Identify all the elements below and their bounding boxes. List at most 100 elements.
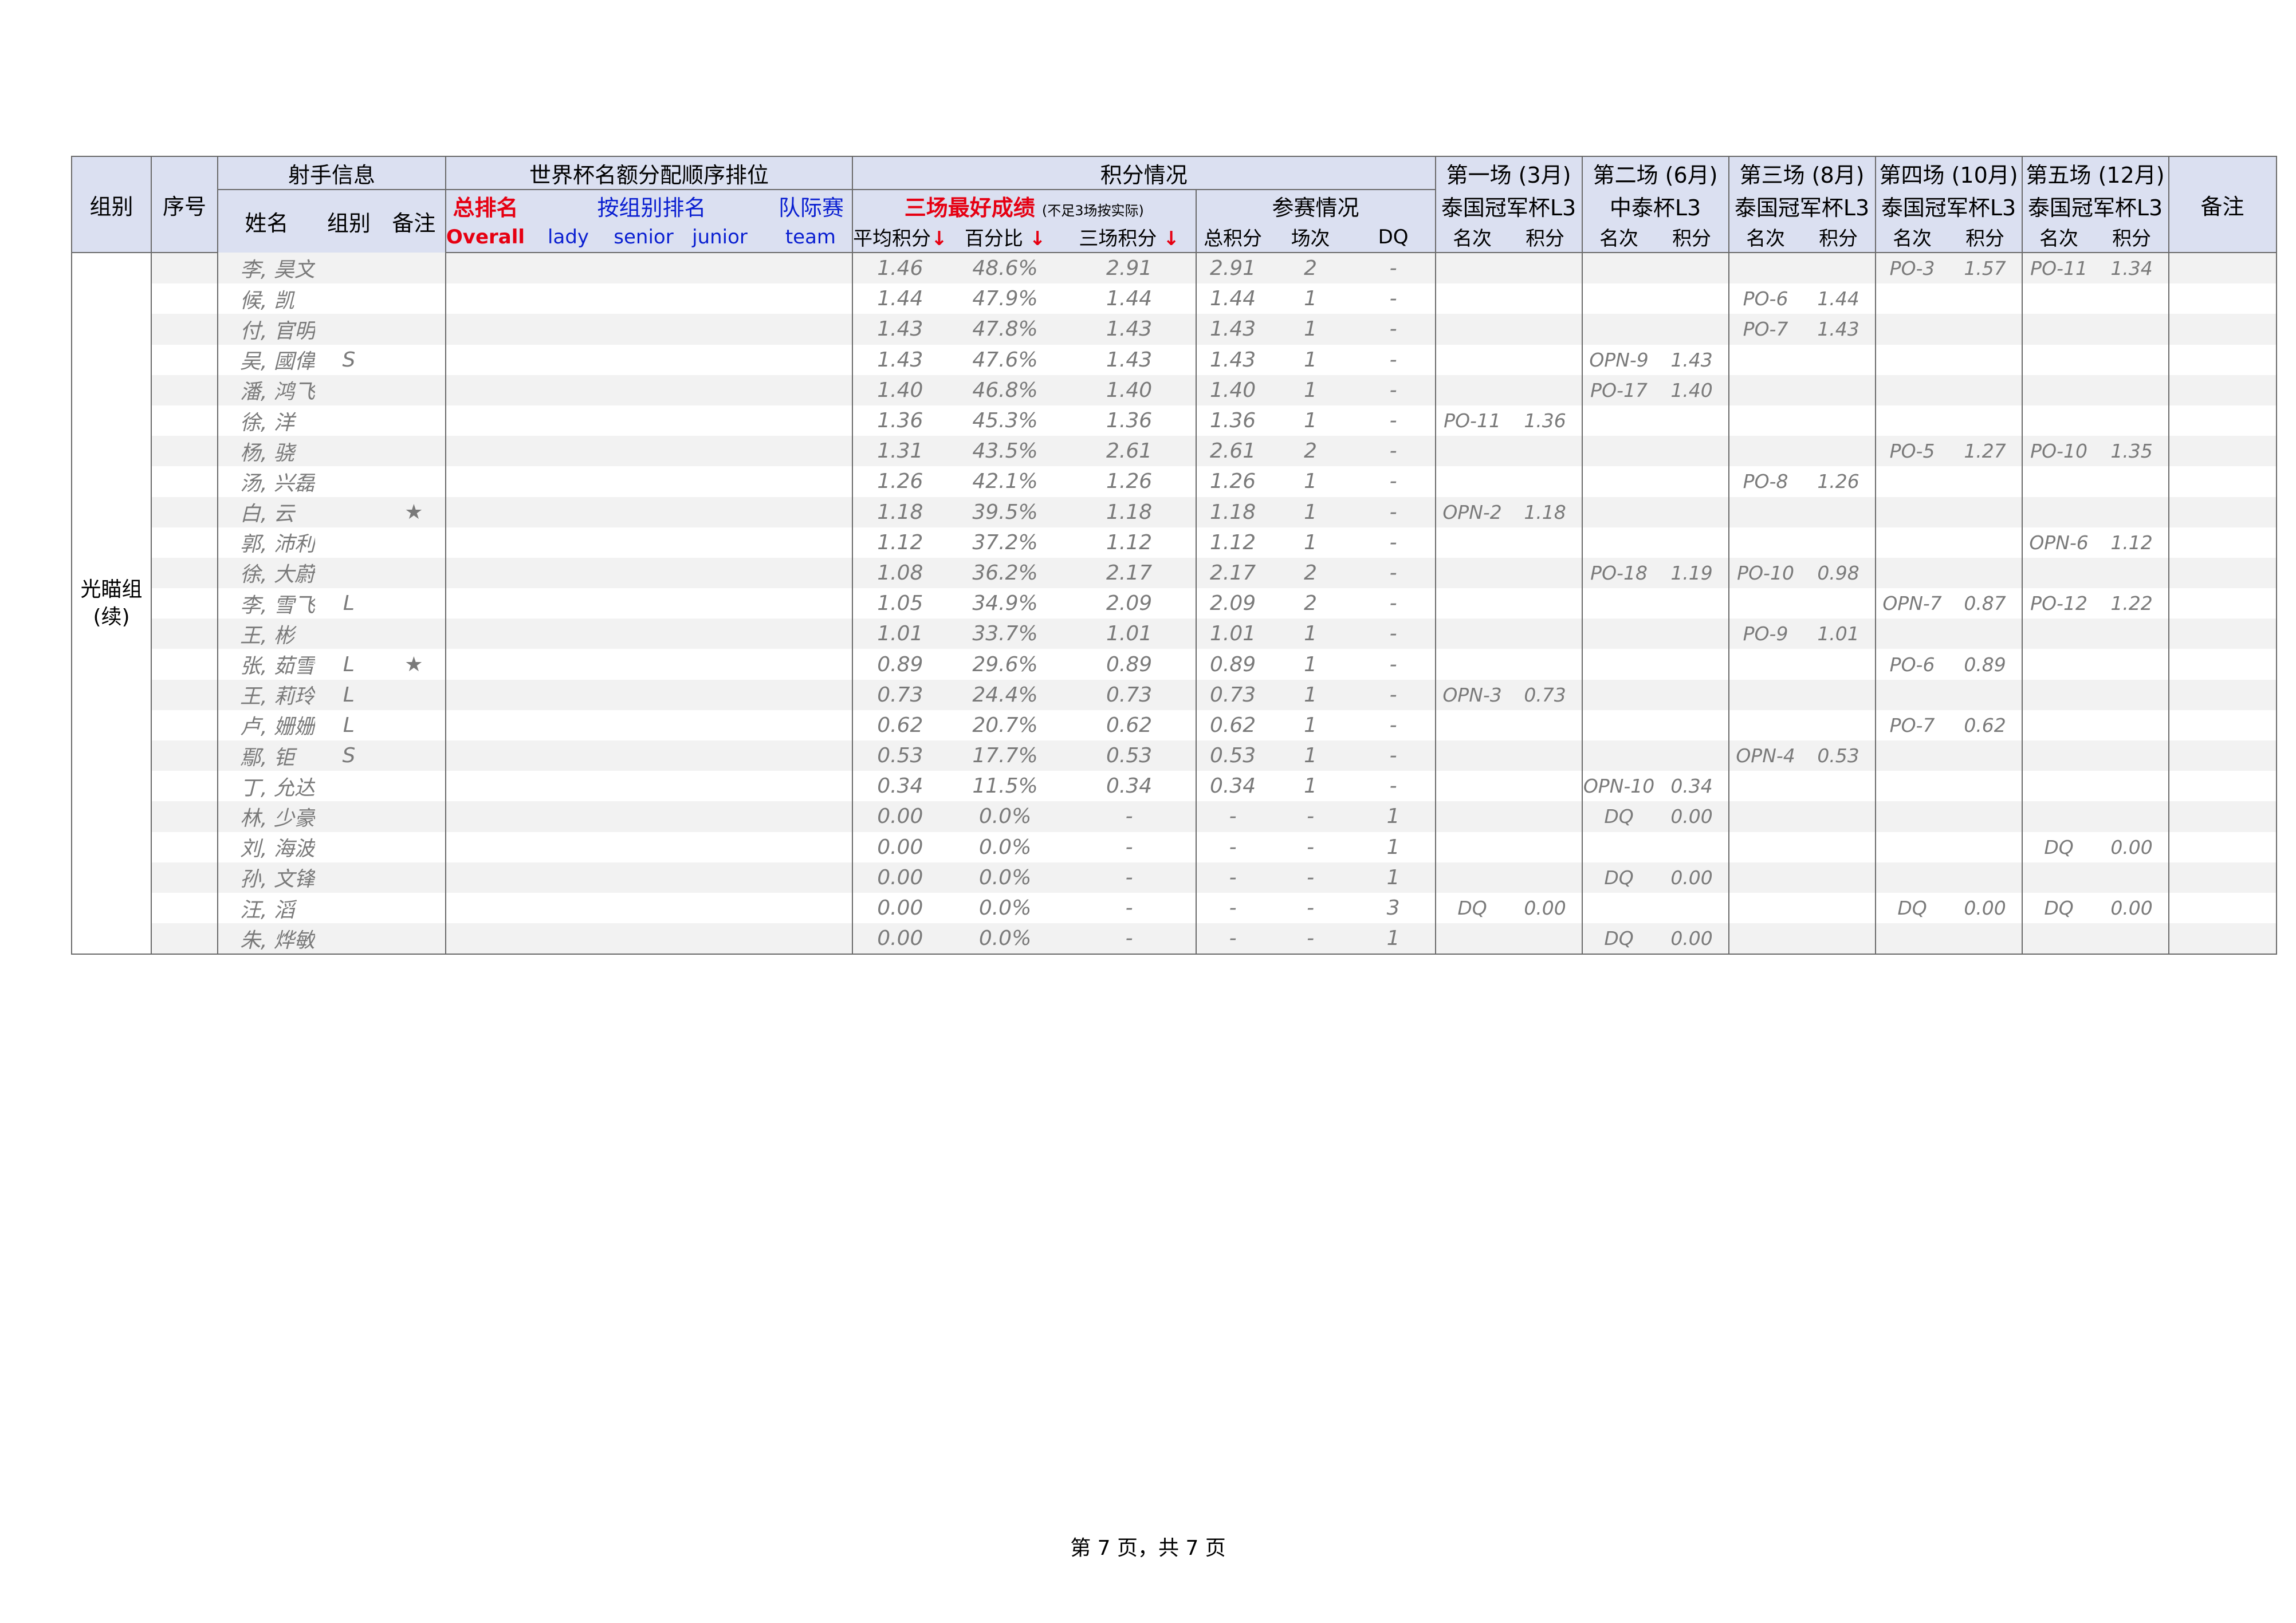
group-rank (525, 283, 652, 314)
shooter-note: ★ (382, 497, 446, 527)
best3-points: 1.40 (1063, 375, 1196, 405)
event-1-score (1508, 923, 1582, 955)
group-rank-senior (652, 375, 716, 405)
row-remark (2168, 466, 2277, 497)
group-rank (525, 405, 652, 436)
event-1-score (1508, 314, 1582, 345)
shooter-name: 刘, 海波 (217, 832, 315, 862)
header-senior: senior (614, 225, 674, 249)
row-index (151, 527, 218, 558)
event-3-rank: OPN-4 (1728, 740, 1802, 771)
event-1-score (1508, 862, 1582, 893)
event-1-rank (1434, 771, 1509, 802)
event-4-rank (1874, 527, 1949, 558)
event-5-rank: PO-12 (2021, 588, 2096, 619)
event-1-score: 0.00 (1524, 897, 1566, 920)
event-5-score (2096, 466, 2169, 497)
ranking-body: 光瞄组 (续) 李, 昊文 1.46 48.6% 2.91 2.91 2- PO-3 1.57 P… (72, 253, 2277, 955)
team-rank (779, 314, 853, 345)
shooter-group (314, 862, 383, 893)
event-1-score (1508, 253, 1582, 284)
header-group-col: 组别 (314, 190, 383, 253)
event-4-score: 积分 (1948, 222, 2022, 253)
table-row: 丁, 允达 0.34 11.5% 0.34 0.34 1 - OPN-10 0.34 (72, 771, 2277, 802)
group-rank (525, 557, 653, 589)
event-2-rank (1581, 649, 1656, 680)
group-rank-senior (652, 497, 716, 527)
table-row: 张, 茹雪 L ★ 0.89 29.6% 0.89 0.89 1 - PO-6 0.89 (72, 649, 2277, 680)
event-2-score (1656, 588, 1729, 619)
event-4-score (1949, 832, 2022, 862)
shooter-note (383, 771, 446, 801)
total-points: 1.26 (1195, 466, 1269, 497)
group-rank-senior (652, 832, 715, 862)
shooter-group (314, 314, 383, 345)
event-2-score (1655, 619, 1729, 649)
group-rank (525, 649, 652, 679)
event-5-score: 1.22 (2110, 592, 2153, 615)
event-3-rank (1728, 344, 1802, 375)
event-2-rank: DQ (1581, 923, 1656, 955)
shooter-name: 丁, 允达 (217, 771, 315, 802)
event-2-rank (1581, 740, 1656, 771)
event-3-rank (1728, 801, 1802, 832)
match-count: - (1269, 801, 1352, 832)
row-remark (2168, 405, 2277, 436)
event-4-score: 0.89 (1964, 653, 2006, 676)
header-by-group-en: lady senior junior (525, 222, 779, 253)
avg-points: 0.00 (852, 801, 948, 832)
team-rank (779, 862, 853, 893)
event-5-score (2096, 283, 2169, 314)
group-rank-junior (715, 679, 779, 710)
event-4-rank: PO-5 (1874, 436, 1949, 467)
shooter-note (382, 923, 446, 955)
best3-points: - (1063, 801, 1196, 832)
event-2-rank (1581, 832, 1656, 862)
table-row: 白, 云 ★ 1.18 39.5% 1.18 1.18 1- OPN-2 1.18 (72, 497, 2277, 527)
dq-count: - (1389, 470, 1397, 494)
shooter-group (315, 771, 383, 801)
header-best3: 三场最好成绩 (不足3场按实际) (852, 190, 1196, 222)
dq-count: 1 (1351, 801, 1436, 832)
total-points: 0.53 (1195, 740, 1269, 771)
header-overall-cn: 总排名 (445, 190, 525, 222)
team-rank (779, 375, 853, 405)
best3-points: 1.26 (1106, 470, 1153, 494)
total-points: - (1195, 862, 1269, 893)
best3-points: - (1125, 896, 1133, 920)
best3-points: 2.09 (1106, 592, 1153, 616)
table-row: 汤, 兴磊 1.26 42.1% 1.26 1.26 1 - PO-8 1.26 (72, 466, 2277, 497)
event-2-rank (1581, 405, 1656, 436)
dq-count: - (1389, 287, 1397, 311)
row-remark (2168, 527, 2277, 558)
row-index (151, 436, 218, 467)
best3-points: - (1063, 923, 1196, 955)
event-3-score (1802, 253, 1876, 284)
team-rank (779, 345, 852, 375)
header-participation: 参赛情况 (1195, 190, 1436, 222)
event-1-rank (1434, 801, 1509, 832)
event-3-rank: PO-9 (1728, 619, 1802, 649)
team-rank (779, 557, 853, 589)
percentage: 11.5% (972, 774, 1038, 798)
avg-points: 1.05 (852, 588, 948, 619)
event-3-score (1802, 893, 1876, 923)
event-4-rank (1874, 771, 1949, 802)
event-4-rank (1874, 740, 1949, 771)
avg-points: 1.36 (852, 405, 948, 436)
team-rank (779, 710, 852, 740)
dq-count: - (1351, 314, 1436, 345)
event-1-rank (1434, 923, 1509, 955)
shooter-name: 鄢, 钜 (217, 740, 315, 771)
shooter-group: L (314, 679, 383, 710)
avg-points: 0.73 (852, 679, 948, 710)
overall-rank (445, 619, 525, 649)
shooter-group (315, 527, 383, 558)
group-rank (525, 527, 652, 558)
event-2-score (1655, 679, 1729, 710)
shooter-group (314, 497, 383, 527)
event-3-rank (1728, 527, 1802, 558)
event-1-rank (1434, 832, 1509, 862)
shooter-name: 张, 茹雪 (217, 649, 315, 680)
shooter-note (383, 405, 446, 436)
